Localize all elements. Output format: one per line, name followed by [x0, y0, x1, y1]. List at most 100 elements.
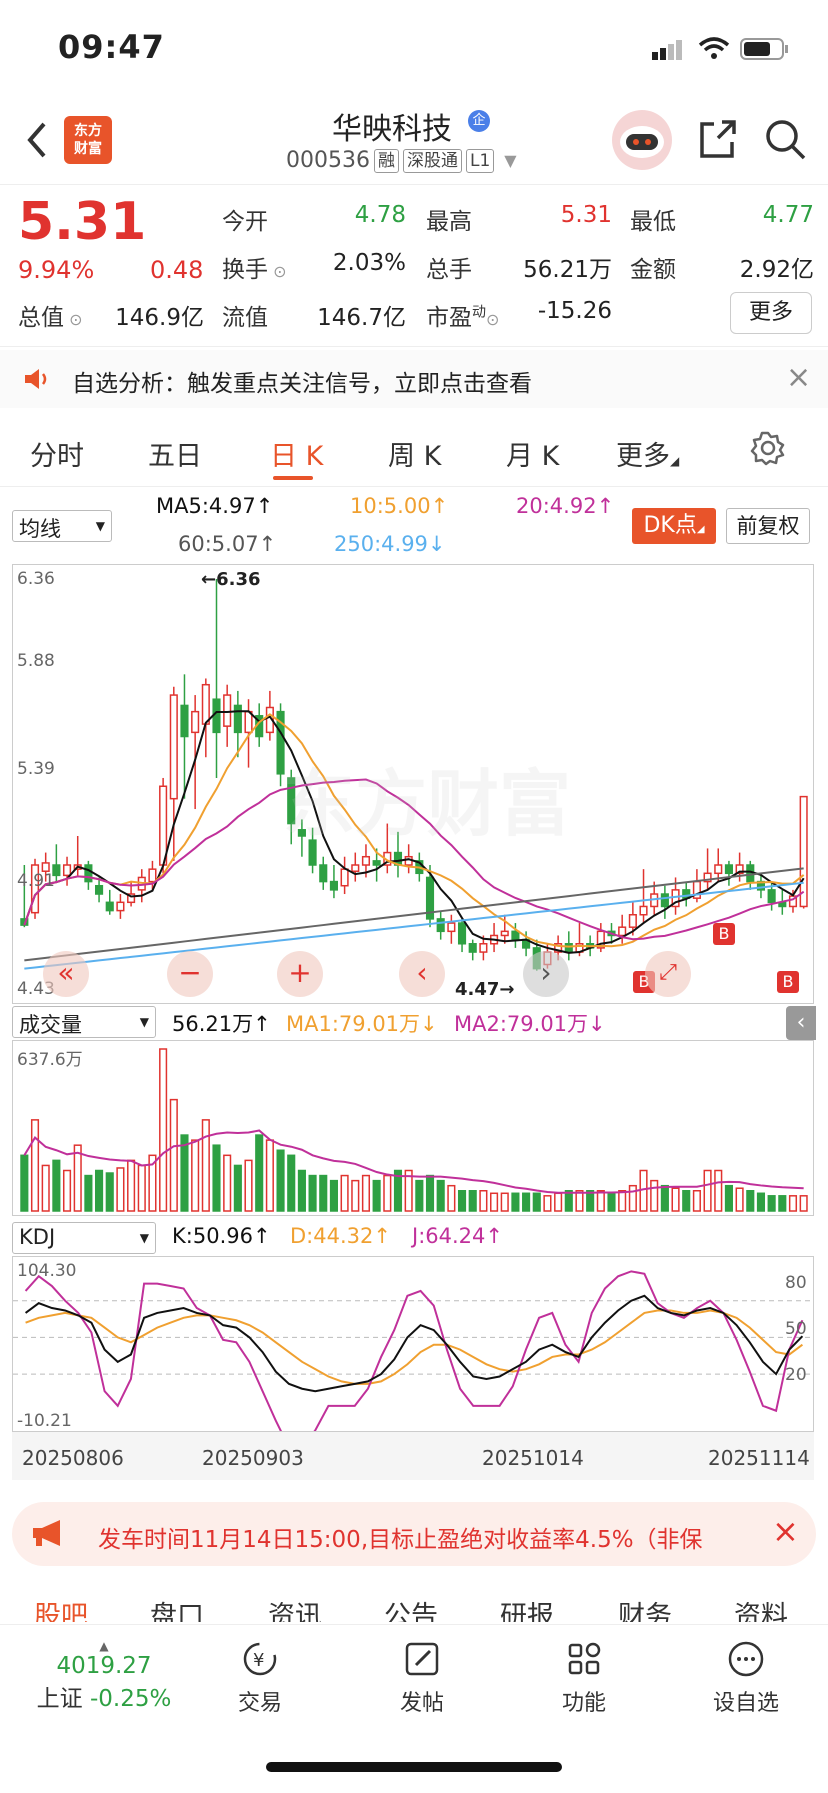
- candle-body: [319, 864, 328, 883]
- tab-five-day[interactable]: 五日: [148, 434, 202, 473]
- candle-body: [618, 926, 627, 937]
- status-time: 09:47: [58, 28, 165, 66]
- scroll-left-fast-icon[interactable]: «: [43, 951, 89, 997]
- volume-bar: [746, 1190, 755, 1212]
- ma250-value: 250:4.99↓: [334, 532, 446, 556]
- status-bar: 09:47: [0, 0, 828, 96]
- up-arrow-icon: ▲: [99, 1639, 109, 1653]
- tab-monthly-k[interactable]: 月 K: [506, 434, 559, 473]
- volume-bar: [137, 1164, 146, 1212]
- kdj-top-label: 104.30: [17, 1261, 77, 1281]
- change-percent: 9.94%: [18, 256, 95, 284]
- volume-bar: [799, 1195, 808, 1212]
- open-value: 4.78: [354, 202, 406, 228]
- promo-text: 发车时间11月14日15:00,目标止盈绝对收益率4.5%（非保: [98, 1527, 703, 1553]
- tab-guba[interactable]: 股吧: [34, 1594, 88, 1622]
- candle-body: [628, 914, 637, 928]
- tab-news[interactable]: 资讯: [268, 1594, 322, 1622]
- notice-bar[interactable]: 自选分析：触发重点关注信号，立即点击查看 ×: [0, 350, 828, 408]
- volume-value: 56.21万: [523, 257, 612, 283]
- dk-point-button[interactable]: DK点◢: [632, 508, 716, 544]
- active-tab-indicator: [273, 476, 313, 480]
- candle-body: [799, 795, 808, 908]
- tab-announcement[interactable]: 公告: [384, 1594, 438, 1622]
- more-button[interactable]: 更多: [730, 292, 812, 334]
- float-cap-value: 146.7亿: [317, 305, 406, 331]
- close-icon[interactable]: ×: [786, 360, 811, 395]
- volume-bar: [447, 1184, 456, 1212]
- candle-body: [457, 922, 467, 945]
- svg-text:¥: ¥: [253, 1650, 264, 1671]
- candle-body: [714, 864, 723, 875]
- date-label: 20251014: [482, 1446, 584, 1470]
- candle-body: [479, 943, 488, 953]
- volume-bar: [41, 1164, 50, 1212]
- ma-selector[interactable]: 均线 ▼: [12, 510, 112, 542]
- candle-body: [447, 922, 456, 933]
- fullscreen-icon[interactable]: ⤢: [645, 951, 691, 997]
- kline-chart[interactable]: 东方财富 6.36 5.88 5.39 4.91 4.43 ←6.36 4.47…: [12, 564, 814, 1004]
- volume-chart[interactable]: 637.6万: [12, 1040, 814, 1216]
- post-button[interactable]: 发帖: [362, 1639, 482, 1717]
- volume-bar: [159, 1048, 168, 1212]
- turnover-label: 换手 ⊙: [222, 257, 287, 283]
- candle-body: [511, 930, 520, 941]
- volume-bar: [276, 1149, 285, 1212]
- tab-daily-k[interactable]: 日 K: [270, 434, 323, 473]
- collapse-panel-icon[interactable]: ‹: [786, 1006, 816, 1040]
- scroll-right-icon[interactable]: ›: [523, 951, 569, 997]
- search-icon[interactable]: [764, 118, 808, 166]
- kdj-selector[interactable]: KDJ ▼: [12, 1222, 156, 1254]
- zoom-in-icon[interactable]: +: [277, 951, 323, 997]
- tab-intraday[interactable]: 分时: [30, 434, 84, 473]
- candle-body: [660, 893, 669, 908]
- tab-research[interactable]: 研报: [500, 1594, 554, 1622]
- kdj-chart[interactable]: 104.30 -10.21 80 50 20: [12, 1256, 814, 1432]
- logo-text-top: 东方: [74, 123, 102, 139]
- tab-finance[interactable]: 财务: [618, 1594, 672, 1622]
- date-label: 20250806: [22, 1446, 124, 1470]
- volume-selector[interactable]: 成交量 ▼: [12, 1006, 156, 1038]
- tab-profile[interactable]: 资料: [734, 1594, 788, 1622]
- promo-banner[interactable]: 发车时间11月14日15:00,目标止盈绝对收益率4.5%（非保 ×: [12, 1502, 816, 1566]
- volume-bar: [233, 1164, 242, 1212]
- y-label-2: 5.88: [17, 651, 55, 671]
- volume-bar: [468, 1190, 477, 1212]
- index-ticker[interactable]: ▲ 4019.27 上证 -0.25%: [24, 1639, 184, 1713]
- volume-bar: [84, 1174, 93, 1212]
- volume-bar: [660, 1184, 669, 1212]
- share-icon[interactable]: [696, 118, 738, 164]
- trade-button[interactable]: ¥ 交易: [200, 1639, 320, 1717]
- candle-body: [148, 868, 157, 883]
- tab-pankou[interactable]: 盘口: [150, 1594, 204, 1622]
- tab-weekly-k[interactable]: 周 K: [388, 434, 441, 473]
- volume-bar: [639, 1169, 648, 1212]
- back-icon[interactable]: [22, 118, 52, 173]
- volume-bar: [105, 1172, 114, 1212]
- assistant-avatar[interactable]: [612, 110, 672, 170]
- tab-more[interactable]: 更多◢: [616, 434, 679, 473]
- volume-bar: [361, 1174, 371, 1212]
- volume-bar: [724, 1184, 733, 1212]
- volume-max-label: 637.6万: [17, 1050, 83, 1070]
- content-tabs: 股吧 盘口 资讯 公告 研报 财务 资料: [0, 1590, 828, 1622]
- volume-bar: [767, 1195, 776, 1212]
- add-watchlist-button[interactable]: 设自选: [686, 1639, 806, 1717]
- volume-bar: [180, 1134, 189, 1212]
- candle-body: [468, 943, 477, 953]
- scroll-left-icon[interactable]: ‹: [399, 951, 445, 997]
- candle-body: [767, 889, 776, 904]
- gear-icon[interactable]: [750, 430, 786, 470]
- features-button[interactable]: 功能: [524, 1639, 644, 1717]
- promo-close-icon[interactable]: ×: [772, 1512, 799, 1550]
- date-label: 20251114: [708, 1446, 810, 1470]
- megaphone-icon: [30, 1518, 68, 1552]
- fuquan-button[interactable]: 前复权: [726, 508, 810, 544]
- zoom-out-icon[interactable]: −: [167, 951, 213, 997]
- candle-body: [340, 868, 349, 887]
- volume-bar: [457, 1190, 467, 1212]
- stock-code-line[interactable]: 000536 融 深股通 L1 ▼: [286, 148, 517, 173]
- volume-bar: [244, 1159, 253, 1212]
- vol-ma2-value: MA2:79.01万↓: [454, 1012, 606, 1036]
- kdj-k-line: [24, 1294, 804, 1393]
